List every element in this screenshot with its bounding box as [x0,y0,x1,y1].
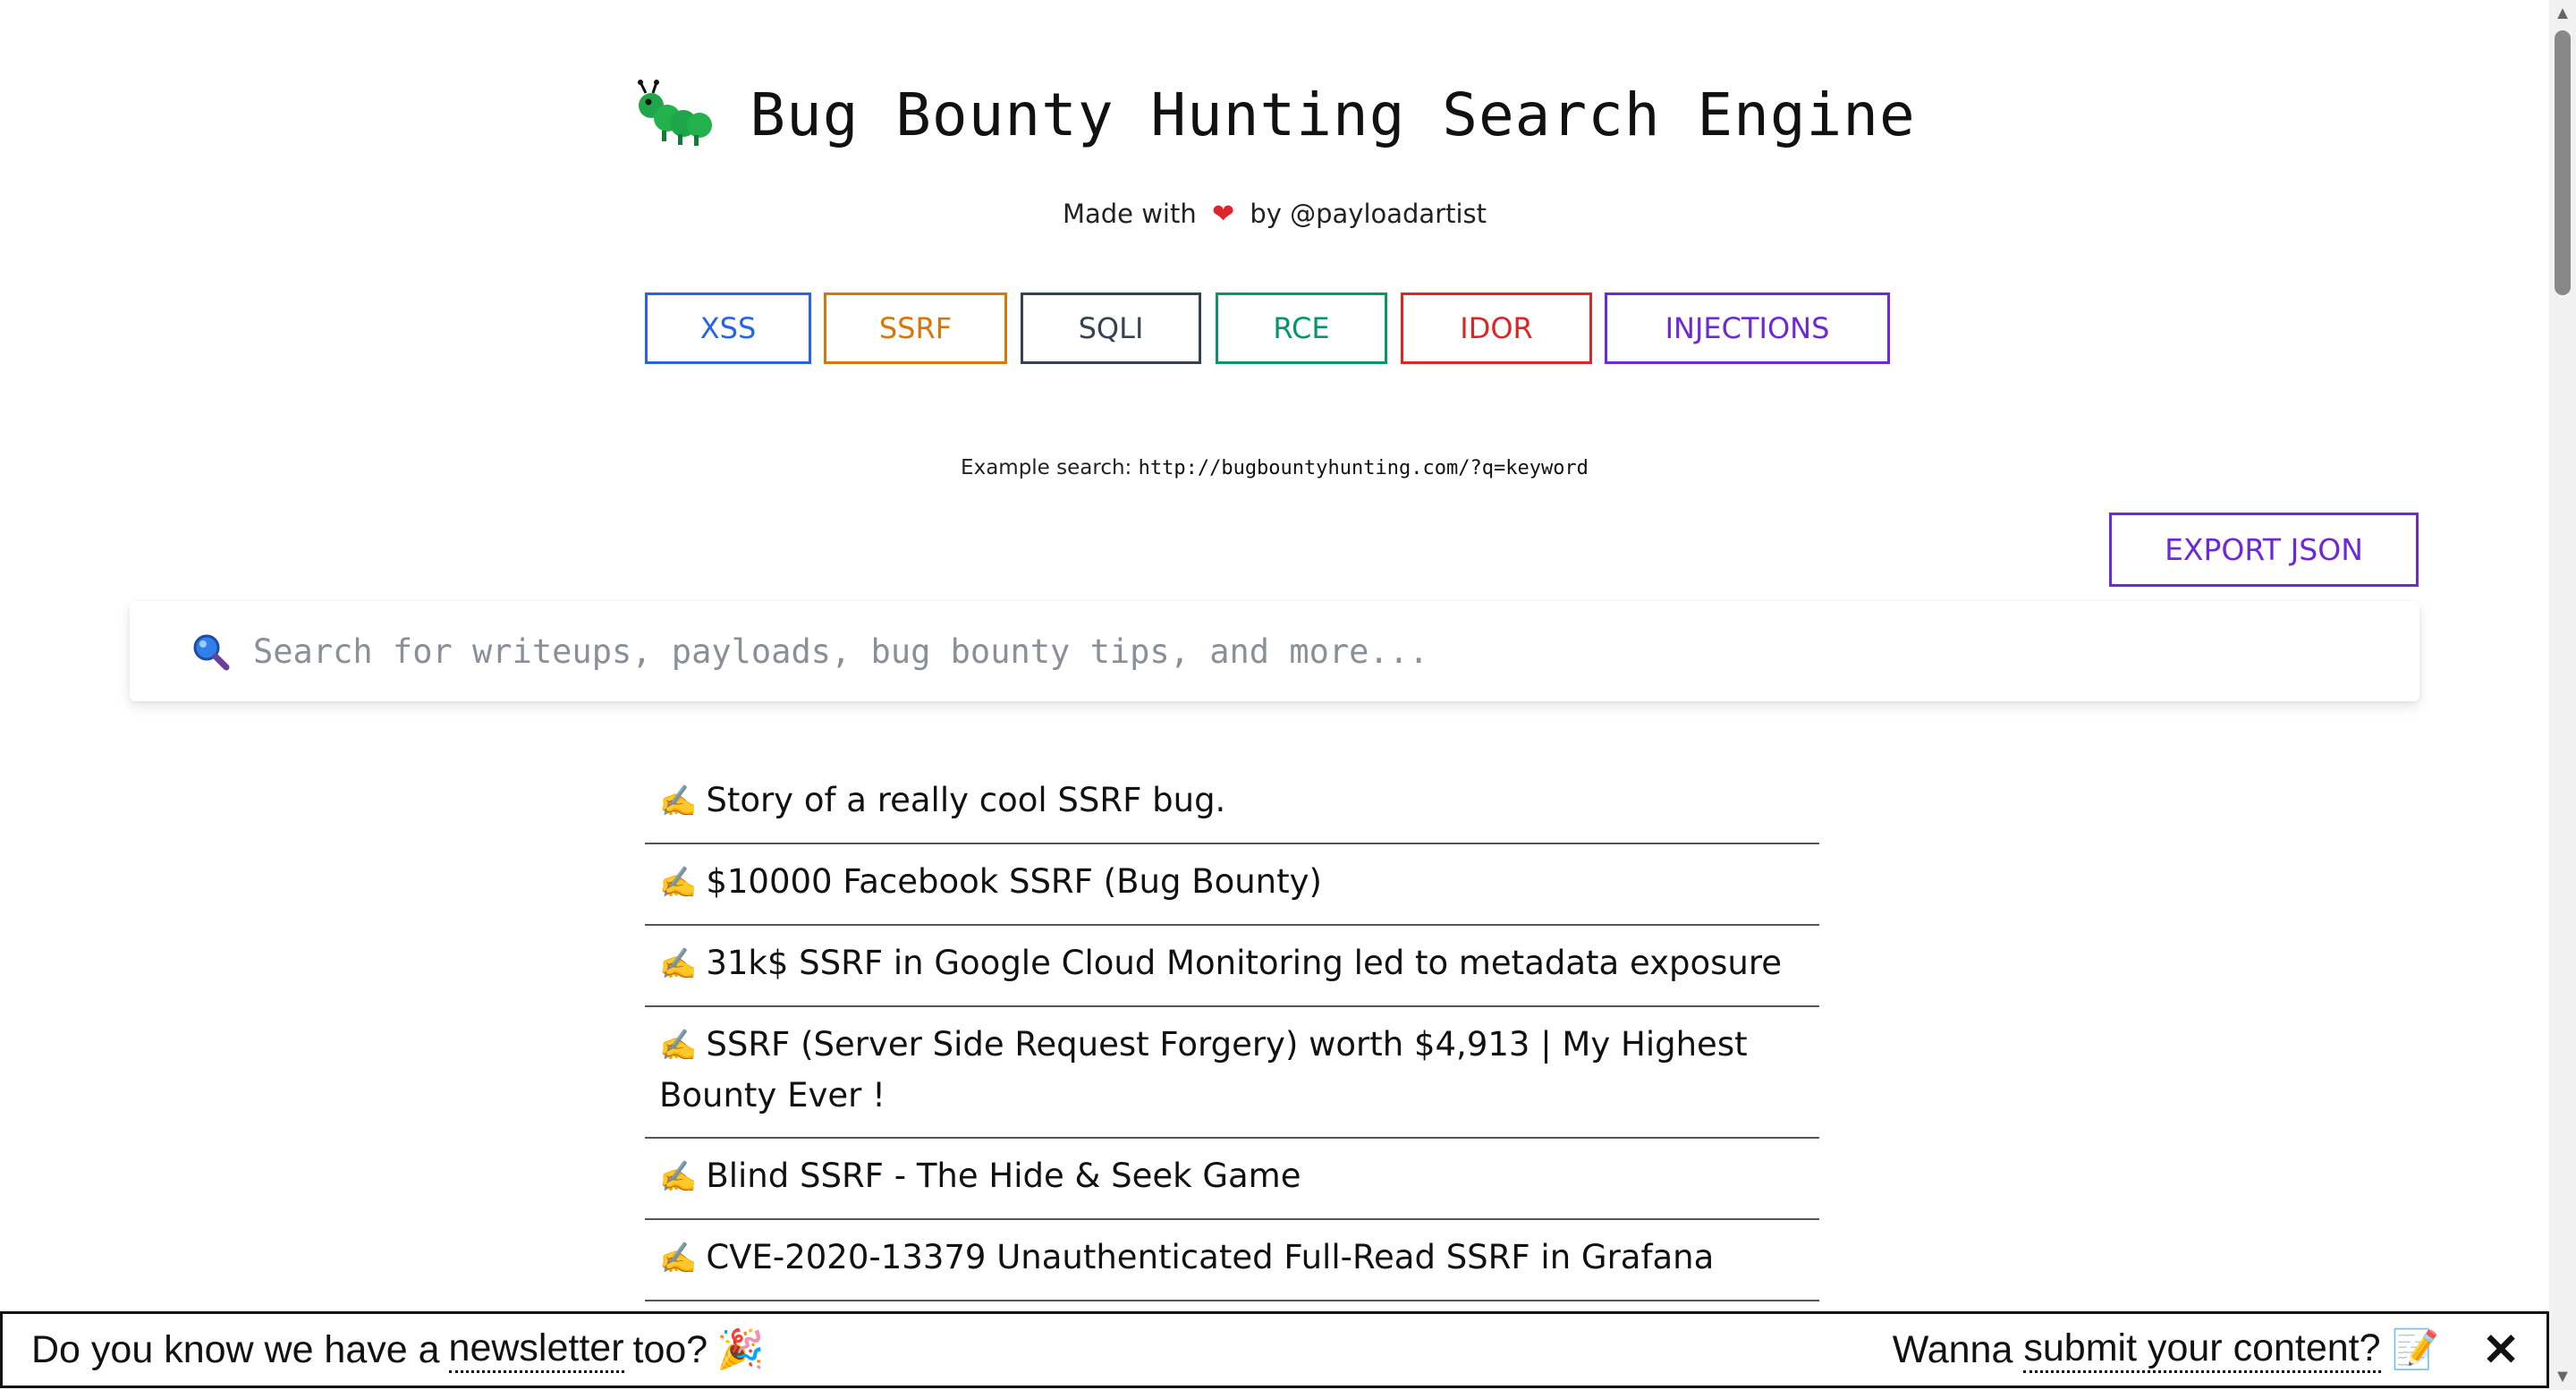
category-injections-button[interactable]: INJECTIONS [1605,292,1890,364]
writing-hand-icon: ✍️ [659,1241,698,1276]
search-input[interactable] [251,631,2419,672]
category-buttons: XSS SSRF SQLI RCE IDOR INJECTIONS [0,292,2549,368]
submit-content-link[interactable]: submit your content? [2023,1326,2381,1373]
heart-icon: ❤ [1211,199,1235,230]
category-idor-button[interactable]: IDOR [1401,292,1592,364]
notification-banner: Do you know we have a newsletter too? 🎉 … [0,1311,2549,1388]
result-item[interactable]: ✍️ 31k$ SSRF in Google Cloud Monitoring l… [645,926,1819,1007]
header: Bug Bounty Hunting Search Engine [0,79,2549,150]
writing-hand-icon: ✍️ [659,1159,698,1195]
writing-hand-icon: ✍️ [659,784,698,819]
newsletter-link[interactable]: newsletter [448,1326,624,1373]
result-item[interactable]: ✍️ SSRF (Server Side Request Forgery) wor… [645,1007,1819,1139]
result-item[interactable]: ✍️ Blind SSRF - The Hide & Seek Game [645,1139,1819,1220]
author-label: by @payloadartist [1250,199,1487,229]
result-title: Story of a really cool SSRF bug. [706,781,1226,819]
vertical-scrollbar[interactable]: ▲ ▼ [2549,0,2576,1390]
scroll-down-arrow-icon[interactable]: ▼ [2549,1363,2576,1390]
result-item[interactable]: ✍️ CVE-2020-13379 Unauthenticated Full-Re… [645,1220,1819,1301]
results-list: ✍️ Story of a really cool SSRF bug. ✍️ $10… [645,763,1819,1301]
category-sqli-button[interactable]: SQLI [1021,292,1201,364]
result-item[interactable]: ✍️ $10000 Facebook SSRF (Bug Bounty) [645,844,1819,926]
made-with-label: Made with [1062,199,1197,229]
newsletter-prefix: Do you know we have a [31,1327,440,1371]
category-xss-button[interactable]: XSS [645,292,811,364]
page-title: Bug Bounty Hunting Search Engine [750,80,1916,149]
party-popper-icon: 🎉 [716,1328,765,1371]
writing-hand-icon: ✍️ [659,1028,698,1064]
writing-hand-icon: ✍️ [659,865,698,901]
newsletter-suffix: too? [632,1327,708,1371]
scroll-up-arrow-icon[interactable]: ▲ [2549,0,2576,27]
close-banner-button[interactable]: ✕ [2482,1324,2520,1376]
credits-line: Made with ❤ by @payloadartist [0,199,2549,230]
page: Bug Bounty Hunting Search Engine Made wi… [0,0,2549,1390]
result-item[interactable]: ✍️ Story of a really cool SSRF bug. [645,763,1819,844]
memo-icon: 📝 [2391,1328,2440,1371]
caterpillar-icon [638,80,713,146]
example-url: http://bugbountyhunting.com/?q=keyword [1138,457,1589,479]
newsletter-message: Do you know we have a newsletter too? 🎉 [31,1326,765,1373]
result-title: $10000 Facebook SSRF (Bug Bounty) [706,862,1322,901]
magnifier-icon [193,634,230,671]
search-bar [130,601,2419,701]
example-search: Example search: http://bugbountyhunting.… [0,456,2549,479]
scrollbar-thumb[interactable] [2555,30,2571,295]
export-json-button[interactable]: EXPORT JSON [2109,513,2419,587]
writing-hand-icon: ✍️ [659,946,698,982]
category-ssrf-button[interactable]: SSRF [824,292,1007,364]
submit-message: Wanna submit your content? 📝 ✕ [1893,1324,2520,1376]
example-label: Example search: [961,456,1132,479]
result-title: CVE-2020-13379 Unauthenticated Full-Read… [706,1238,1715,1276]
result-title: 31k$ SSRF in Google Cloud Monitoring led… [706,944,1782,982]
submit-prefix: Wanna [1892,1327,2013,1371]
result-title: SSRF (Server Side Request Forgery) worth… [659,1025,1748,1115]
result-title: Blind SSRF - The Hide & Seek Game [706,1157,1301,1195]
category-rce-button[interactable]: RCE [1216,292,1387,364]
